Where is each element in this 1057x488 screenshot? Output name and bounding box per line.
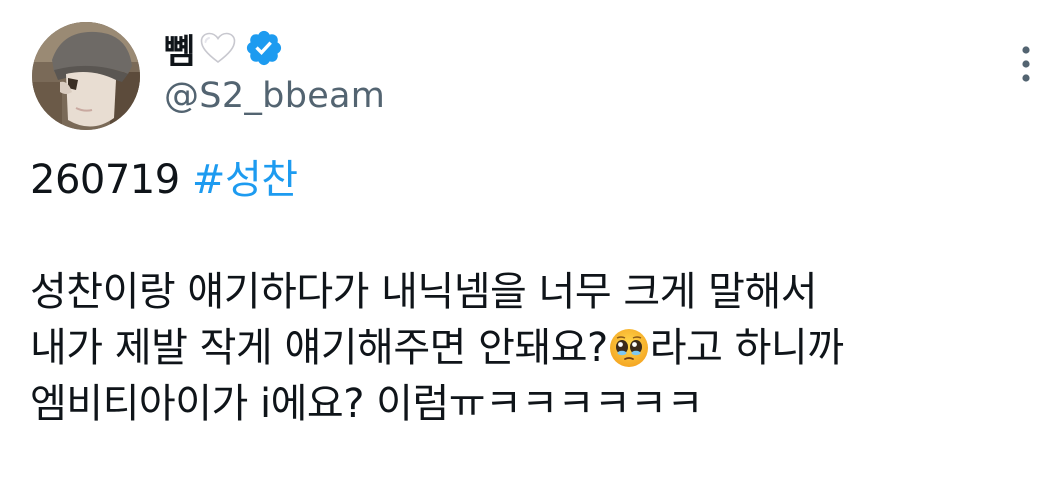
white-heart-icon (200, 32, 236, 64)
tweet-line-4: 엠비티아이가 i에요? 이럼ㅠㅋㅋㅋㅋㅋㅋ (30, 381, 703, 427)
tweet-line-3-start: 내가 제발 작게 얘기해주면 안돼요? (30, 325, 608, 371)
display-name[interactable]: 뼴 (164, 24, 195, 73)
tweet-line-3-end: 라고 하니까 (649, 325, 844, 371)
avatar[interactable] (32, 22, 140, 130)
tweet-line-3: 내가 제발 작게 얘기해주면 안돼요? 라고 하니까 (30, 320, 1040, 376)
tweet-date-text: 260719 (30, 157, 192, 203)
pleading-face-emoji-icon (609, 327, 649, 367)
more-vertical-icon (1022, 46, 1030, 82)
verified-badge-icon[interactable] (244, 28, 284, 68)
hashtag-link[interactable]: #성찬 (192, 157, 298, 203)
tweet-line-2: 성찬이랑 얘기하다가 내닉넴을 너무 크게 말해서 (30, 269, 818, 315)
tweet-line-1: 260719 #성찬 (30, 152, 1040, 208)
tweet-text: 260719 #성찬 성찬이랑 얘기하다가 내닉넴을 너무 크게 말해서 내가 … (30, 152, 1040, 432)
more-options-button[interactable] (1012, 40, 1040, 88)
user-handle[interactable]: @S2_bbeam (164, 76, 385, 116)
user-name-row[interactable]: 뼴 (164, 28, 284, 72)
